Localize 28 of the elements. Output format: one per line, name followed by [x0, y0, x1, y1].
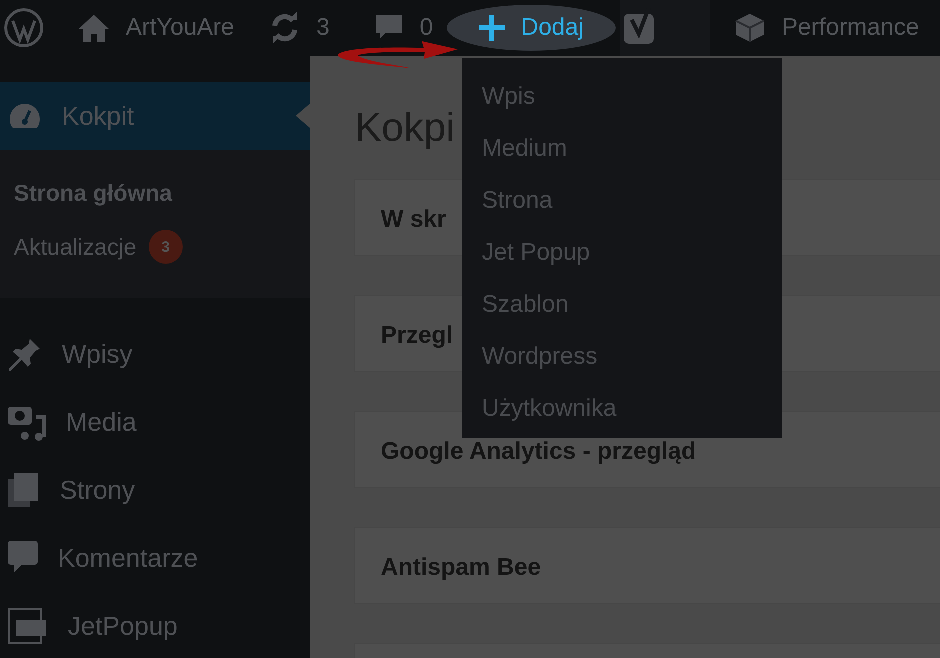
sidebar-item[interactable]: Komentarze — [0, 524, 310, 592]
sidebar-item[interactable]: Strony — [0, 456, 310, 524]
gauge-icon — [8, 102, 42, 130]
home-icon[interactable] — [78, 13, 110, 43]
widget-title: Przegl — [381, 322, 454, 348]
active-pointer — [296, 104, 310, 128]
submenu-item[interactable]: Aktualizacje — [14, 234, 137, 260]
plus-icon — [479, 15, 506, 41]
updates-count[interactable]: 3 — [316, 14, 330, 42]
widget-title: Google Analytics - przegląd — [381, 438, 696, 464]
performance-menu[interactable]: Performance — [782, 14, 920, 42]
sidebar-item[interactable]: Media — [0, 388, 310, 456]
speech-bubble-icon — [8, 541, 38, 575]
submenu-item[interactable]: Strona główna — [14, 180, 172, 206]
site-name[interactable]: ArtYouAre — [126, 14, 235, 42]
widget-title: W skr — [381, 206, 446, 232]
sidebar-item[interactable]: JetPopup — [0, 592, 310, 658]
pages-icon — [8, 473, 40, 507]
widget-title: Antispam Bee — [381, 554, 542, 580]
popup-window-icon — [8, 608, 48, 644]
new-button[interactable]: Dodaj — [447, 5, 616, 51]
pin-icon — [8, 337, 42, 371]
count-badge: 3 — [148, 230, 183, 264]
comments-count[interactable]: 0 — [420, 14, 434, 42]
wordpress-logo-icon[interactable] — [4, 8, 44, 48]
sidebar-item[interactable]: Kokpit — [0, 82, 310, 150]
cube-icon[interactable] — [734, 12, 766, 44]
sidebar-item[interactable]: Wpisy — [0, 320, 310, 388]
